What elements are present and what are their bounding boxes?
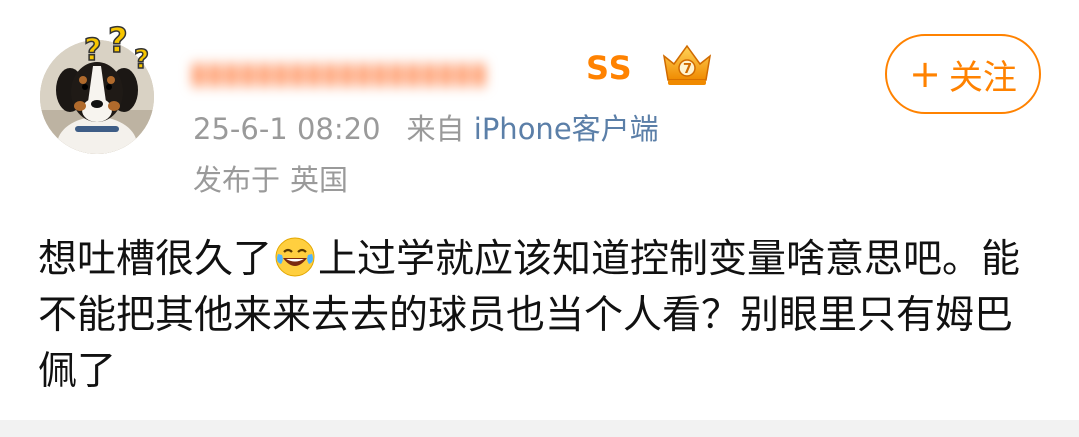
laugh-cry-emoji-icon	[275, 237, 315, 277]
follow-label: 关注	[948, 57, 1017, 98]
post-content: 想吐槽很久了 上过学就应该知道控制变量啥意思吧。能不能把其他来来去去的球员也当个…	[38, 232, 1048, 400]
svg-text:?: ?	[134, 45, 149, 75]
from-label: 来自	[406, 112, 465, 146]
weibo-post-card: ? ? ? ▮▮▮▮▮▮▮▮▮▮▮▮▮▮▮▮▮▮ SS 7 + 关注 25-6-…	[0, 0, 1079, 420]
follow-button[interactable]: + 关注	[885, 34, 1041, 114]
plus-icon: +	[909, 52, 941, 96]
svg-text:?: ?	[84, 33, 101, 68]
question-marks-icon: ? ? ?	[83, 20, 150, 76]
username-visible-tail[interactable]: SS	[586, 49, 633, 87]
post-meta: 25-6-1 08:20 来自 iPhone客户端	[193, 106, 659, 148]
card-divider	[0, 420, 1079, 437]
client-link[interactable]: iPhone客户端	[474, 112, 659, 146]
svg-text:7: 7	[683, 62, 692, 77]
vip-crown-icon[interactable]: 7	[658, 40, 716, 88]
post-text-part1: 想吐槽很久了	[38, 237, 273, 282]
post-time: 25-6-1 08:20	[193, 112, 381, 146]
location-value: 英国	[290, 163, 349, 197]
svg-text:?: ?	[108, 21, 128, 61]
post-location: 发布于 英国	[193, 157, 348, 199]
location-label: 发布于	[193, 163, 281, 197]
